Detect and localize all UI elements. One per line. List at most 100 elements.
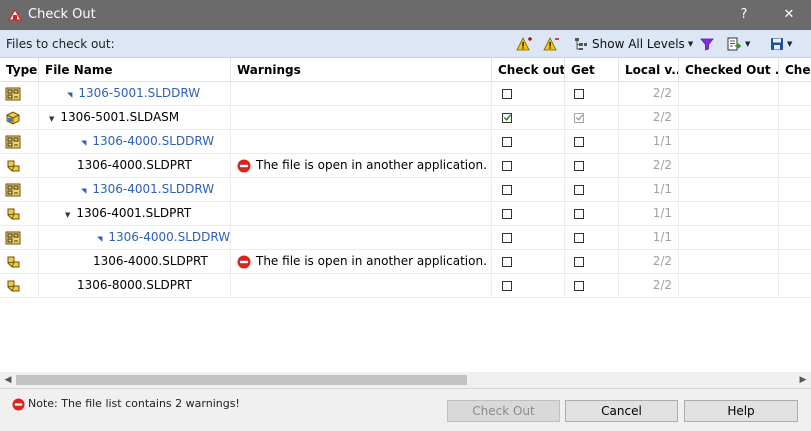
get-checkbox[interactable] bbox=[574, 161, 584, 171]
check-out-checkbox[interactable] bbox=[502, 161, 512, 171]
local-version: 2/2 bbox=[652, 86, 672, 100]
part-icon bbox=[7, 256, 20, 268]
check-out-button[interactable]: Check Out bbox=[447, 400, 560, 422]
tree-connector-icon: ◥ bbox=[81, 139, 87, 147]
file-name: 1306-4001.SLDPRT bbox=[76, 206, 192, 220]
horizontal-scrollbar[interactable]: ◀ ▶ bbox=[0, 372, 811, 388]
file-name: 1306-8000.SLDPRT bbox=[77, 278, 192, 292]
table-row[interactable]: 1306-4000.SLDPRT The file is open in ano… bbox=[0, 154, 811, 178]
check-out-checkbox[interactable] bbox=[502, 257, 512, 267]
table-row[interactable]: ◥ 1306-4000.SLDDRW 1/1 bbox=[0, 226, 811, 250]
table-row[interactable]: ◥ 1306-4001.SLDDRW 1/1 bbox=[0, 178, 811, 202]
export-dropdown[interactable]: ▼ bbox=[727, 35, 750, 53]
filter-button[interactable] bbox=[700, 35, 714, 53]
local-version: 1/1 bbox=[652, 206, 672, 220]
scroll-right-icon[interactable]: ▶ bbox=[795, 372, 811, 388]
table-row[interactable]: ◥ 1306-4000.SLDDRW 1/1 bbox=[0, 130, 811, 154]
table-row[interactable]: ▼ 1306-5001.SLDASM 2/2 bbox=[0, 106, 811, 130]
get-checkbox[interactable] bbox=[574, 89, 584, 99]
local-version: 1/1 bbox=[652, 182, 672, 196]
get-checkbox[interactable] bbox=[574, 233, 584, 243]
table-row[interactable]: ▼ 1306-4001.SLDPRT 1/1 bbox=[0, 202, 811, 226]
table-row[interactable]: 1306-8000.SLDPRT 2/2 bbox=[0, 274, 811, 298]
stop-warning-icon bbox=[12, 398, 25, 411]
checkmark-icon bbox=[503, 114, 512, 121]
help-button[interactable]: Help bbox=[684, 400, 798, 422]
tree-connector-icon: ◥ bbox=[81, 187, 87, 195]
previous-warning-button[interactable] bbox=[543, 35, 561, 53]
window-title: Check Out bbox=[28, 7, 96, 22]
check-out-checkbox[interactable] bbox=[502, 137, 512, 147]
column-header-row: Type File Name Warnings Check out Get Lo… bbox=[0, 58, 811, 82]
column-header-type[interactable]: Type bbox=[0, 58, 39, 82]
show-all-levels-label: Show All Levels bbox=[592, 37, 685, 51]
help-title-button[interactable]: ? bbox=[722, 0, 766, 30]
collapse-arrow-icon[interactable]: ▼ bbox=[49, 115, 54, 123]
drawing-icon bbox=[5, 87, 21, 101]
column-header-checked-out-by[interactable]: Checked Out ... bbox=[679, 58, 779, 82]
stop-warning-icon bbox=[237, 255, 251, 269]
warning-next-icon bbox=[516, 37, 532, 51]
get-checkbox[interactable] bbox=[574, 281, 584, 291]
export-icon bbox=[727, 37, 742, 50]
table-row[interactable]: 1306-4000.SLDPRT The file is open in ano… bbox=[0, 250, 811, 274]
close-button[interactable]: ✕ bbox=[767, 0, 811, 30]
checkmark-icon bbox=[575, 114, 584, 121]
warning-previous-icon bbox=[543, 37, 559, 51]
file-name: 1306-4000.SLDDRW bbox=[92, 134, 215, 148]
save-icon bbox=[771, 38, 783, 50]
local-version: 2/2 bbox=[652, 158, 672, 172]
file-name: 1306-4000.SLDPRT bbox=[93, 254, 208, 268]
get-checkbox[interactable] bbox=[574, 257, 584, 267]
cancel-button[interactable]: Cancel bbox=[565, 400, 678, 422]
toolbar: Files to check out: Show All Levels ▼ ▼ … bbox=[0, 30, 811, 58]
assembly-icon bbox=[6, 111, 20, 125]
part-icon bbox=[7, 208, 20, 220]
dialog-footer: Note: The file list contains 2 warnings!… bbox=[0, 388, 811, 431]
files-to-check-out-label: Files to check out: bbox=[6, 37, 115, 51]
column-header-check-out[interactable]: Check out bbox=[492, 58, 565, 82]
get-checkbox[interactable] bbox=[574, 137, 584, 147]
show-all-levels-dropdown[interactable]: Show All Levels ▼ bbox=[574, 35, 693, 53]
check-out-checkbox[interactable] bbox=[502, 113, 512, 123]
get-checkbox[interactable] bbox=[574, 209, 584, 219]
file-name: 1306-4000.SLDPRT bbox=[77, 158, 192, 172]
check-out-checkbox[interactable] bbox=[502, 281, 512, 291]
collapse-arrow-icon[interactable]: ▼ bbox=[65, 211, 70, 219]
get-checkbox[interactable] bbox=[574, 185, 584, 195]
warning-text: The file is open in another application. bbox=[256, 158, 487, 172]
drawing-icon bbox=[5, 183, 21, 197]
column-header-get[interactable]: Get bbox=[565, 58, 619, 82]
get-checkbox bbox=[574, 113, 584, 123]
local-version: 1/1 bbox=[652, 230, 672, 244]
column-header-warnings[interactable]: Warnings bbox=[231, 58, 492, 82]
tree-levels-icon bbox=[575, 38, 587, 50]
table-row[interactable]: ◥ 1306-5001.SLDDRW 2/2 bbox=[0, 82, 811, 106]
column-header-local-version[interactable]: Local v... bbox=[619, 58, 679, 82]
scrollbar-thumb[interactable] bbox=[16, 375, 467, 385]
local-version: 2/2 bbox=[652, 254, 672, 268]
part-icon bbox=[7, 280, 20, 292]
local-version: 2/2 bbox=[652, 278, 672, 292]
filter-icon bbox=[700, 38, 714, 51]
next-warning-button[interactable] bbox=[516, 35, 534, 53]
check-out-checkbox[interactable] bbox=[502, 209, 512, 219]
check-out-checkbox[interactable] bbox=[502, 185, 512, 195]
tree-connector-icon: ◥ bbox=[67, 91, 73, 99]
scroll-left-icon[interactable]: ◀ bbox=[0, 372, 16, 388]
check-out-checkbox[interactable] bbox=[502, 233, 512, 243]
check-out-checkbox[interactable] bbox=[502, 89, 512, 99]
stop-warning-icon bbox=[237, 159, 251, 173]
file-name: 1306-5001.SLDASM bbox=[60, 110, 180, 124]
part-icon bbox=[7, 160, 20, 172]
column-header-checked-in[interactable]: Chec bbox=[779, 58, 811, 82]
drawing-icon bbox=[5, 231, 21, 245]
column-header-file-name[interactable]: File Name bbox=[39, 58, 231, 82]
chevron-down-icon: ▼ bbox=[687, 40, 694, 48]
file-list-grid: Type File Name Warnings Check out Get Lo… bbox=[0, 58, 811, 372]
local-version: 2/2 bbox=[652, 110, 672, 124]
save-dropdown[interactable]: ▼ bbox=[770, 35, 792, 53]
title-bar: Check Out ? ✕ bbox=[0, 0, 811, 30]
local-version: 1/1 bbox=[652, 134, 672, 148]
file-name: 1306-4000.SLDDRW bbox=[108, 230, 231, 244]
